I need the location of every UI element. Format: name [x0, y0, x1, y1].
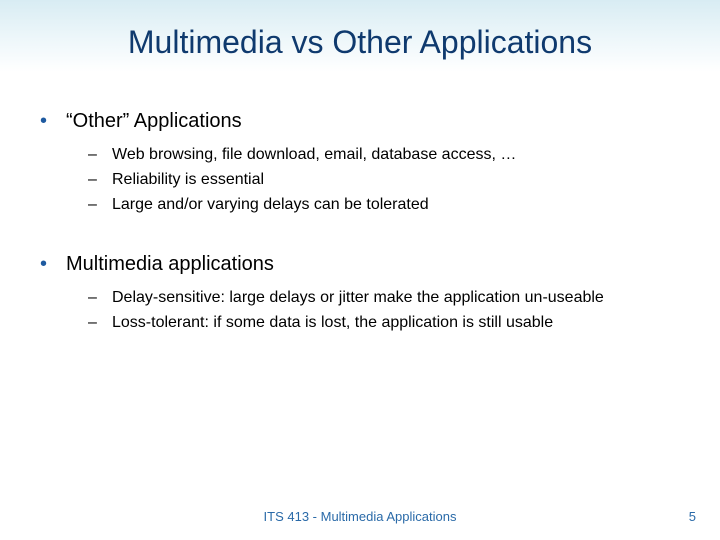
dash-icon: – [88, 286, 112, 311]
sub-list: – Web browsing, file download, email, da… [88, 143, 690, 217]
list-item: • “Other” Applications [40, 110, 690, 133]
list-item: – Web browsing, file download, email, da… [88, 143, 690, 168]
dash-icon: – [88, 168, 112, 193]
bullet-icon: • [40, 110, 66, 133]
sub-item-text: Reliability is essential [112, 168, 264, 193]
section-heading: “Other” Applications [66, 110, 242, 133]
page-number: 5 [689, 509, 696, 524]
list-item: – Large and/or varying delays can be tol… [88, 193, 690, 218]
sub-item-text: Loss-tolerant: if some data is lost, the… [112, 311, 553, 336]
sub-item-text: Delay-sensitive: large delays or jitter … [112, 286, 604, 311]
dash-icon: – [88, 311, 112, 336]
list-item: – Loss-tolerant: if some data is lost, t… [88, 311, 690, 336]
dash-icon: – [88, 193, 112, 218]
sub-list: – Delay-sensitive: large delays or jitte… [88, 286, 690, 336]
page-title: Multimedia vs Other Applications [0, 24, 720, 61]
sub-item-text: Large and/or varying delays can be toler… [112, 193, 429, 218]
bullet-icon: • [40, 253, 66, 276]
section-heading: Multimedia applications [66, 253, 274, 276]
slide-body: • “Other” Applications – Web browsing, f… [40, 110, 690, 366]
sub-item-text: Web browsing, file download, email, data… [112, 143, 516, 168]
list-item: • Multimedia applications [40, 253, 690, 276]
list-item: – Reliability is essential [88, 168, 690, 193]
footer-text: ITS 413 - Multimedia Applications [0, 509, 720, 524]
list-item: – Delay-sensitive: large delays or jitte… [88, 286, 690, 311]
dash-icon: – [88, 143, 112, 168]
